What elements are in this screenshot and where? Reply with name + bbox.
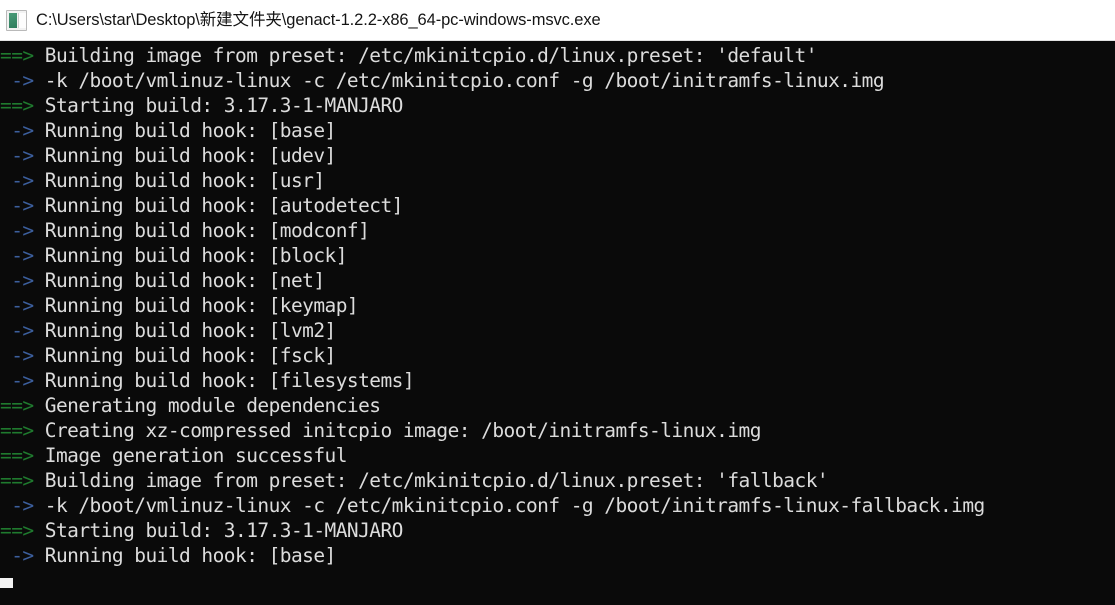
terminal-line: ==> Generating module dependencies xyxy=(0,393,1115,418)
terminal-line-text: -k /boot/vmlinuz-linux -c /etc/mkinitcpi… xyxy=(33,69,885,92)
terminal-line-text: Running build hook: [base] xyxy=(33,119,337,142)
terminal-line: -> Running build hook: [net] xyxy=(0,268,1115,293)
terminal-line-text: Running build hook: [block] xyxy=(33,244,348,267)
terminal-line-text: Building image from preset: /etc/mkinitc… xyxy=(33,44,818,67)
minor-arrow-icon: -> xyxy=(0,169,34,192)
major-arrow-icon: ==> xyxy=(0,419,34,442)
terminal-line: -> Running build hook: [autodetect] xyxy=(0,193,1115,218)
terminal-line-text: Creating xz-compressed initcpio image: /… xyxy=(33,419,762,442)
terminal-line: -> Running build hook: [filesystems] xyxy=(0,368,1115,393)
console-icon-right-pane xyxy=(18,12,26,28)
terminal-line: -> Running build hook: [block] xyxy=(0,243,1115,268)
terminal-output-area[interactable]: ==> Building image from preset: /etc/mki… xyxy=(0,41,1115,605)
terminal-line-text: Running build hook: [base] xyxy=(33,544,337,567)
terminal-line: ==> Image generation successful xyxy=(0,443,1115,468)
terminal-line-text: Running build hook: [keymap] xyxy=(33,294,359,317)
terminal-line: -> Running build hook: [lvm2] xyxy=(0,318,1115,343)
terminal-line: -> Running build hook: [base] xyxy=(0,118,1115,143)
major-arrow-icon: ==> xyxy=(0,444,34,467)
terminal-cursor xyxy=(0,578,13,588)
major-arrow-icon: ==> xyxy=(0,519,34,542)
terminal-line-text: Running build hook: [fsck] xyxy=(33,344,337,367)
minor-arrow-icon: -> xyxy=(0,269,34,292)
major-arrow-icon: ==> xyxy=(0,394,34,417)
minor-arrow-icon: -> xyxy=(0,319,34,342)
minor-arrow-icon: -> xyxy=(0,294,34,317)
minor-arrow-icon: -> xyxy=(0,219,34,242)
terminal-line-text: Running build hook: [usr] xyxy=(33,169,325,192)
terminal-line: -> Running build hook: [usr] xyxy=(0,168,1115,193)
terminal-line: ==> Starting build: 3.17.3-1-MANJARO xyxy=(0,518,1115,543)
terminal-line-text: Image generation successful xyxy=(33,444,348,467)
console-window-icon xyxy=(6,9,27,31)
terminal-line: -> -k /boot/vmlinuz-linux -c /etc/mkinit… xyxy=(0,493,1115,518)
terminal-line-text: Starting build: 3.17.3-1-MANJARO xyxy=(33,94,404,117)
terminal-line-text: -k /boot/vmlinuz-linux -c /etc/mkinitcpi… xyxy=(33,494,986,517)
terminal-line-text: Running build hook: [filesystems] xyxy=(33,369,415,392)
terminal-line: -> -k /boot/vmlinuz-linux -c /etc/mkinit… xyxy=(0,68,1115,93)
terminal-line: -> Running build hook: [fsck] xyxy=(0,343,1115,368)
minor-arrow-icon: -> xyxy=(0,244,34,267)
minor-arrow-icon: -> xyxy=(0,344,34,367)
major-arrow-icon: ==> xyxy=(0,94,34,117)
terminal-line: -> Running build hook: [base] xyxy=(0,543,1115,568)
minor-arrow-icon: -> xyxy=(0,194,34,217)
terminal-line-text: Running build hook: [autodetect] xyxy=(33,194,404,217)
minor-arrow-icon: -> xyxy=(0,69,34,92)
terminal-line-text: Generating module dependencies xyxy=(33,394,381,417)
terminal-line-text: Building image from preset: /etc/mkinitc… xyxy=(33,469,829,492)
terminal-line-text: Running build hook: [lvm2] xyxy=(33,319,337,342)
console-icon-left-pane xyxy=(9,12,17,28)
window-titlebar[interactable]: C:\Users\star\Desktop\新建文件夹\genact-1.2.2… xyxy=(0,0,1115,41)
major-arrow-icon: ==> xyxy=(0,469,34,492)
terminal-line: ==> Building image from preset: /etc/mki… xyxy=(0,468,1115,493)
terminal-line-text: Starting build: 3.17.3-1-MANJARO xyxy=(33,519,404,542)
terminal-line-text: Running build hook: [net] xyxy=(33,269,325,292)
terminal-line: -> Running build hook: [modconf] xyxy=(0,218,1115,243)
terminal-line-text: Running build hook: [modconf] xyxy=(33,219,370,242)
terminal-line: ==> Creating xz-compressed initcpio imag… xyxy=(0,418,1115,443)
terminal-line: -> Running build hook: [keymap] xyxy=(0,293,1115,318)
minor-arrow-icon: -> xyxy=(0,544,34,567)
terminal-line-list: ==> Building image from preset: /etc/mki… xyxy=(0,43,1115,568)
terminal-line-text: Running build hook: [udev] xyxy=(33,144,337,167)
major-arrow-icon: ==> xyxy=(0,44,34,67)
window-title: C:\Users\star\Desktop\新建文件夹\genact-1.2.2… xyxy=(36,10,601,29)
minor-arrow-icon: -> xyxy=(0,119,34,142)
minor-arrow-icon: -> xyxy=(0,144,34,167)
console-window: C:\Users\star\Desktop\新建文件夹\genact-1.2.2… xyxy=(0,0,1115,605)
terminal-line: ==> Starting build: 3.17.3-1-MANJARO xyxy=(0,93,1115,118)
minor-arrow-icon: -> xyxy=(0,369,34,392)
terminal-line: -> Running build hook: [udev] xyxy=(0,143,1115,168)
minor-arrow-icon: -> xyxy=(0,494,34,517)
terminal-line: ==> Building image from preset: /etc/mki… xyxy=(0,43,1115,68)
